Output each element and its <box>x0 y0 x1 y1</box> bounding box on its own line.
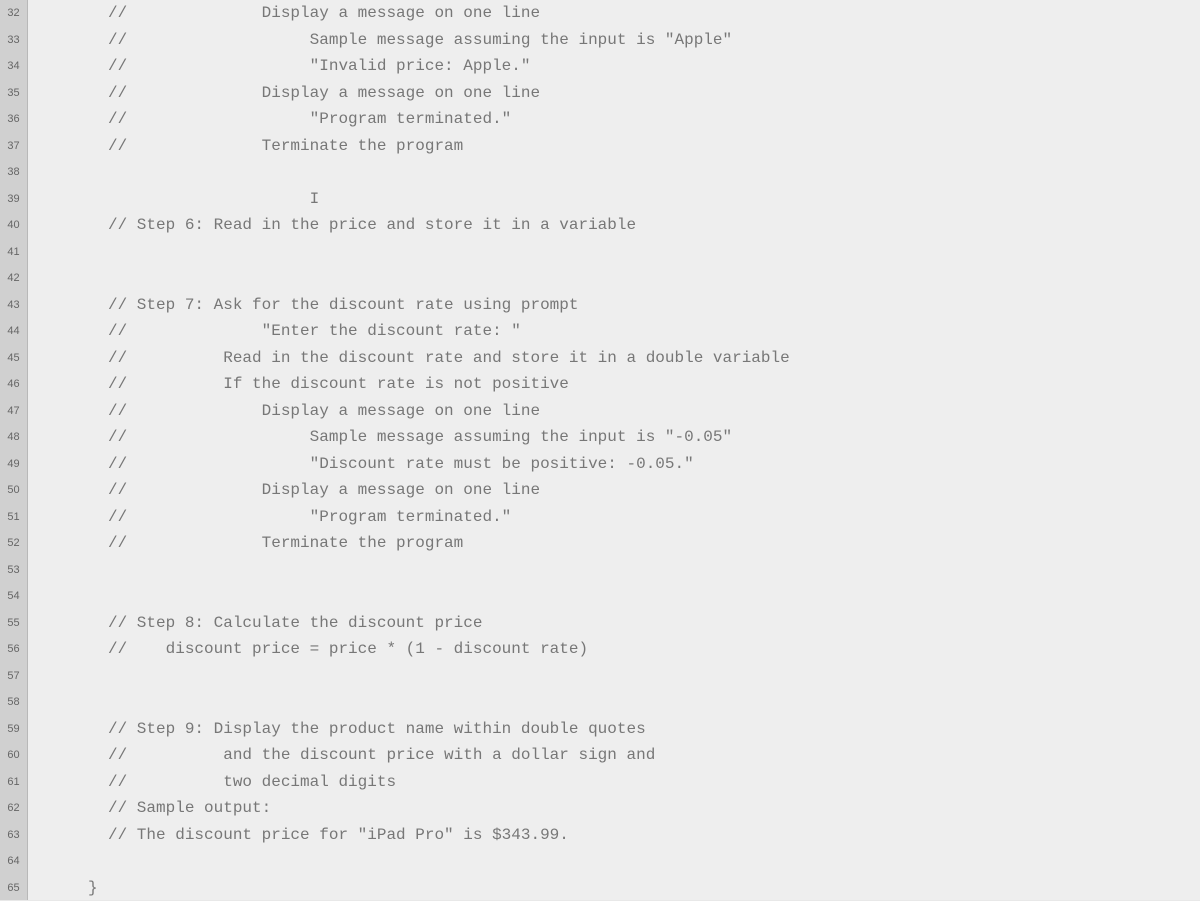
code-line[interactable]: I <box>28 186 1200 213</box>
line-number-gutter: 3233343536373839404142434445464748495051… <box>0 0 28 900</box>
code-line[interactable]: // Terminate the program <box>28 133 1200 160</box>
code-line[interactable]: // Read in the discount rate and store i… <box>28 345 1200 372</box>
code-line[interactable]: // Display a message on one line <box>28 398 1200 425</box>
line-number: 37 <box>0 133 27 160</box>
code-line[interactable]: // Display a message on one line <box>28 80 1200 107</box>
line-number: 54 <box>0 583 27 610</box>
line-number: 33 <box>0 27 27 54</box>
code-line[interactable]: // "Enter the discount rate: " <box>28 318 1200 345</box>
line-number: 57 <box>0 663 27 690</box>
code-line[interactable]: // Terminate the program <box>28 530 1200 557</box>
code-line[interactable]: } <box>28 875 1200 901</box>
code-line[interactable] <box>28 848 1200 875</box>
line-number: 32 <box>0 0 27 27</box>
code-line[interactable]: // "Discount rate must be positive: -0.0… <box>28 451 1200 478</box>
line-number: 50 <box>0 477 27 504</box>
line-number: 58 <box>0 689 27 716</box>
line-number: 53 <box>0 557 27 584</box>
line-number: 44 <box>0 318 27 345</box>
code-line[interactable]: // "Invalid price: Apple." <box>28 53 1200 80</box>
line-number: 34 <box>0 53 27 80</box>
line-number: 49 <box>0 451 27 478</box>
code-line[interactable] <box>28 265 1200 292</box>
code-line[interactable]: // "Program terminated." <box>28 106 1200 133</box>
line-number: 60 <box>0 742 27 769</box>
code-line[interactable]: // Step 6: Read in the price and store i… <box>28 212 1200 239</box>
code-line[interactable]: // Sample output: <box>28 795 1200 822</box>
line-number: 42 <box>0 265 27 292</box>
code-line[interactable]: // "Program terminated." <box>28 504 1200 531</box>
code-line[interactable]: // If the discount rate is not positive <box>28 371 1200 398</box>
line-number: 40 <box>0 212 27 239</box>
code-line[interactable] <box>28 689 1200 716</box>
code-line[interactable]: // Display a message on one line <box>28 0 1200 27</box>
code-line[interactable]: // two decimal digits <box>28 769 1200 796</box>
code-editor-area[interactable]: // Display a message on one line// Sampl… <box>28 0 1200 900</box>
code-line[interactable]: // Sample message assuming the input is … <box>28 27 1200 54</box>
code-line[interactable] <box>28 583 1200 610</box>
code-line[interactable]: // Sample message assuming the input is … <box>28 424 1200 451</box>
code-line[interactable]: // discount price = price * (1 - discoun… <box>28 636 1200 663</box>
code-line[interactable]: // The discount price for "iPad Pro" is … <box>28 822 1200 849</box>
line-number: 39 <box>0 186 27 213</box>
line-number: 48 <box>0 424 27 451</box>
line-number: 45 <box>0 345 27 372</box>
code-line[interactable]: // and the discount price with a dollar … <box>28 742 1200 769</box>
line-number: 47 <box>0 398 27 425</box>
line-number: 65 <box>0 875 27 901</box>
line-number: 59 <box>0 716 27 743</box>
line-number: 55 <box>0 610 27 637</box>
line-number: 38 <box>0 159 27 186</box>
line-number: 36 <box>0 106 27 133</box>
line-number: 56 <box>0 636 27 663</box>
code-line[interactable] <box>28 239 1200 266</box>
line-number: 35 <box>0 80 27 107</box>
code-line[interactable]: // Step 8: Calculate the discount price <box>28 610 1200 637</box>
code-line[interactable]: // Display a message on one line <box>28 477 1200 504</box>
line-number: 46 <box>0 371 27 398</box>
code-line[interactable]: // Step 7: Ask for the discount rate usi… <box>28 292 1200 319</box>
line-number: 62 <box>0 795 27 822</box>
line-number: 51 <box>0 504 27 531</box>
line-number: 64 <box>0 848 27 875</box>
code-line[interactable] <box>28 663 1200 690</box>
code-line[interactable] <box>28 159 1200 186</box>
line-number: 61 <box>0 769 27 796</box>
line-number: 43 <box>0 292 27 319</box>
code-line[interactable] <box>28 557 1200 584</box>
line-number: 41 <box>0 239 27 266</box>
code-line[interactable]: // Step 9: Display the product name with… <box>28 716 1200 743</box>
line-number: 63 <box>0 822 27 849</box>
line-number: 52 <box>0 530 27 557</box>
